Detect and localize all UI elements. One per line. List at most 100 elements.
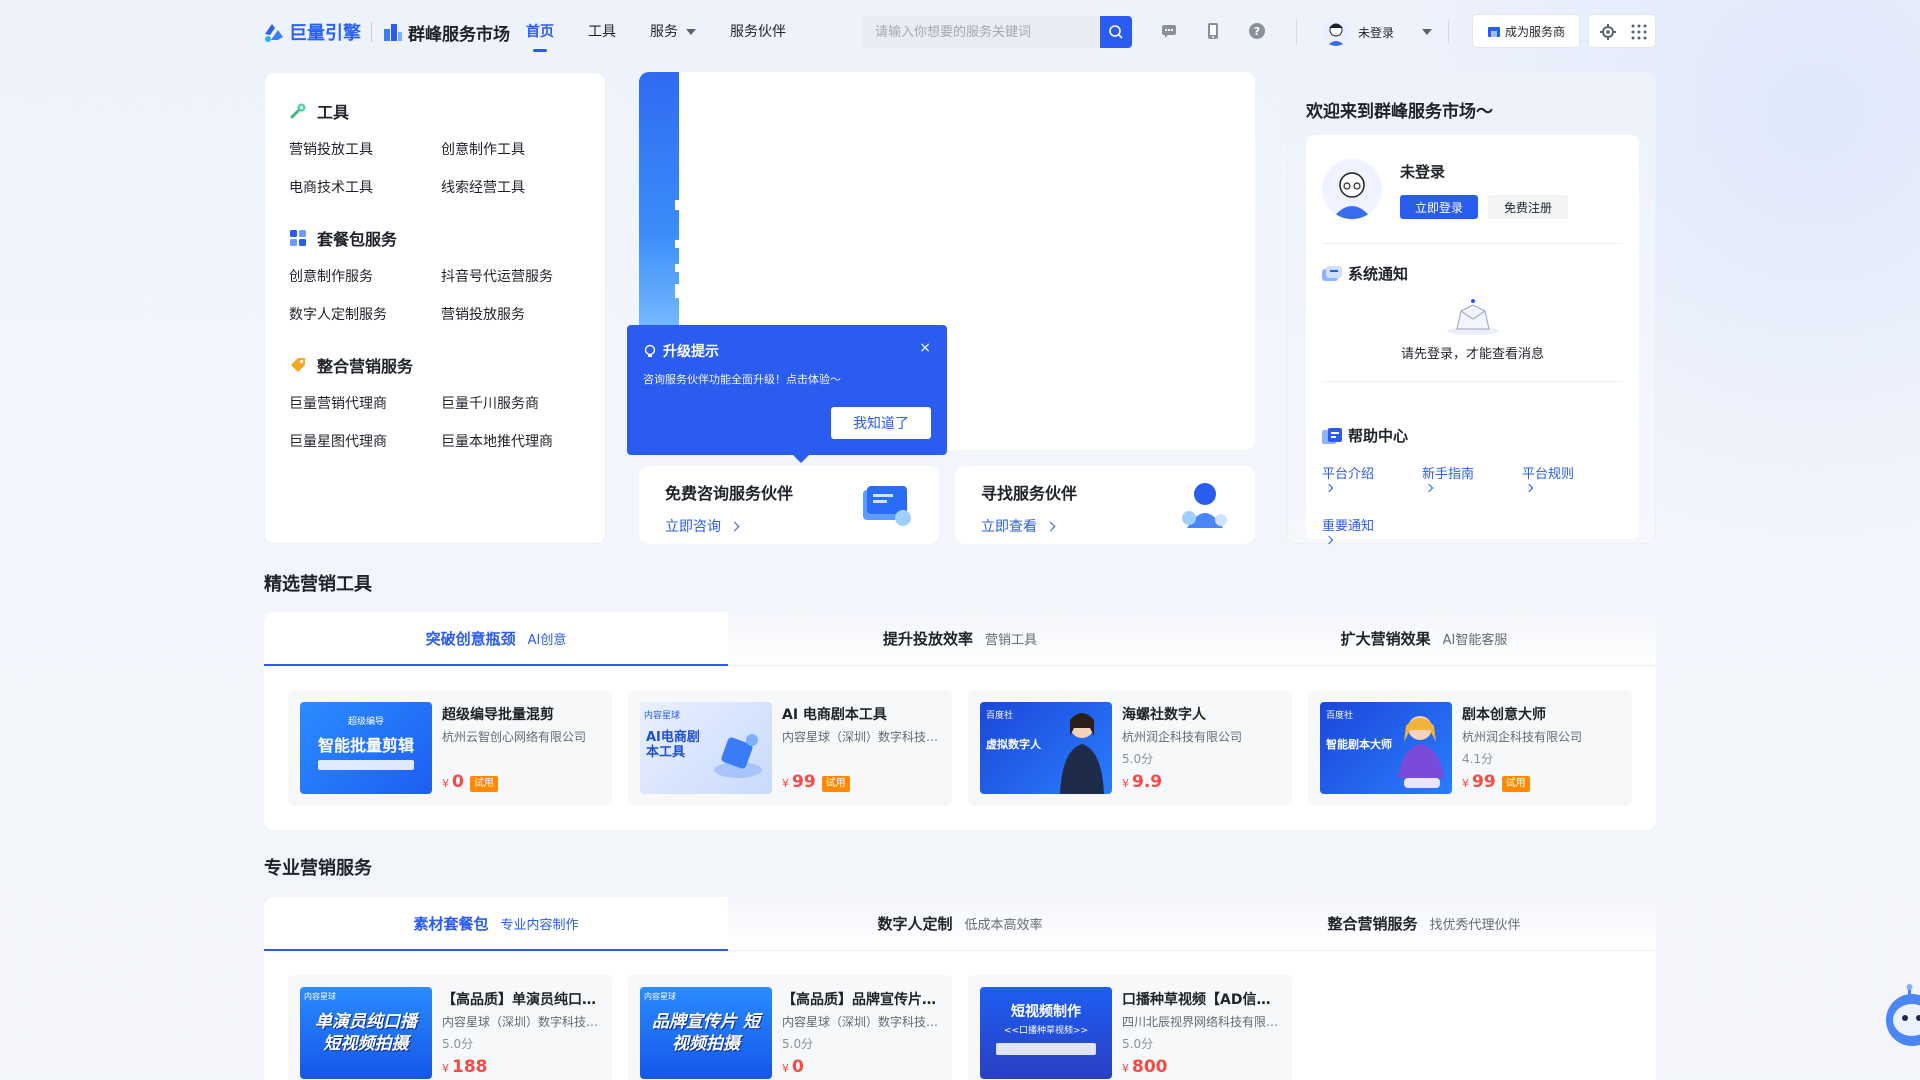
help-link-intro[interactable]: 平台介绍 (1322, 463, 1374, 493)
become-provider-button[interactable]: 成为服务商 (1472, 14, 1580, 48)
help-link-notices[interactable]: 重要通知 (1322, 515, 1374, 545)
product-card[interactable]: 百度社 智能剧本大师 剧本创意大师 杭州润企科技有限公司 4.1分 ¥99 试用 (1308, 690, 1632, 806)
welcome-card: 未登录 立即登录 免费注册 系统通知 请先登录，才能查看消息 帮助中心 平台介绍… (1306, 135, 1639, 545)
tab-sub-label: 找优秀代理伙伴 (1429, 918, 1521, 933)
thumbnail-decoration (996, 1043, 1096, 1055)
promo-link-text: 立即查看 (981, 519, 1037, 535)
lightbulb-icon (644, 344, 656, 357)
menu-item[interactable]: 巨量星图代理商 (289, 432, 441, 452)
tab-digital-human[interactable]: 数字人定制 低成本高效率 (728, 897, 1192, 950)
tools-panel: 突破创意瓶颈 AI创意 提升投放效率 营销工具 扩大营销效果 AI智能客服 超级编导 … (264, 612, 1656, 830)
service-thumbnail: 内容星球 单演员纯口播 短视频拍摄 (300, 987, 432, 1079)
tab-effect[interactable]: 扩大营销效果 AI智能客服 (1192, 612, 1656, 665)
tools-tabs: 突破创意瓶颈 AI创意 提升投放效率 营销工具 扩大营销效果 AI智能客服 (264, 612, 1656, 666)
settings-icon[interactable] (1599, 23, 1617, 41)
close-icon[interactable]: × (919, 341, 931, 355)
login-button[interactable]: 立即登录 (1400, 195, 1478, 219)
service-thumbnail: 短视频制作 <<口播种草视频>> (980, 987, 1112, 1079)
product-price: ¥0 试用 (442, 772, 498, 793)
menu-item[interactable]: 巨量本地推代理商 (441, 432, 593, 452)
banner-decoration (675, 284, 681, 298)
brand-text: 群峰服务市场 (408, 24, 510, 45)
service-rating: 5.0分 (782, 1037, 814, 1051)
tab-material-package[interactable]: 素材套餐包 专业内容制作 (264, 897, 728, 951)
tab-efficiency[interactable]: 提升投放效率 营销工具 (728, 612, 1192, 665)
tab-integrated-marketing[interactable]: 整合营销服务 找优秀代理伙伴 (1192, 897, 1656, 950)
help-link-rules[interactable]: 平台规则 (1522, 463, 1574, 493)
menu-item[interactable]: 营销投放服务 (441, 305, 593, 325)
menu-item[interactable]: 巨量营销代理商 (289, 394, 441, 414)
menu-item[interactable]: 抖音号代运营服务 (441, 267, 593, 287)
service-title: 【高品质】单演员纯口播短视频拍摄 (442, 992, 602, 1008)
service-thumbnail: 内容星球 品牌宣传片 短视频拍摄 (640, 987, 772, 1079)
service-card[interactable]: 内容星球 单演员纯口播 短视频拍摄 【高品质】单演员纯口播短视频拍摄 内容星球（… (288, 975, 612, 1080)
menu-item[interactable]: 巨量千川服务商 (441, 394, 593, 414)
phone-icon[interactable] (1204, 22, 1222, 40)
product-card[interactable]: 百度社 虚拟数字人 海螺社数字人 杭州润企科技有限公司 5.0分 ¥9.9 (968, 690, 1292, 806)
product-price: ¥9.9 (1122, 772, 1162, 792)
service-company: 四川北辰视界网络科技有限公司 (1122, 1015, 1282, 1029)
product-thumbnail: 百度社 虚拟数字人 (980, 702, 1112, 794)
product-card[interactable]: 内容星球 AI电商剧本工具 AI 电商剧本工具 内容星球（深圳）数字科技有限公司… (628, 690, 952, 806)
section-title-tools: 精选营销工具 (264, 574, 372, 595)
service-title: 【高品质】品牌宣传片短视频拍摄 (782, 992, 942, 1008)
currency-symbol: ¥ (782, 777, 789, 790)
grid-icon (289, 229, 307, 247)
user-menu[interactable]: 未登录 (1322, 16, 1433, 48)
register-button[interactable]: 免费注册 (1488, 195, 1568, 219)
header-divider (1448, 20, 1449, 44)
product-company: 杭州云智创心网络有限公司 (442, 730, 587, 744)
chevron-right-icon (1324, 535, 1334, 545)
menu-item[interactable]: 线索经营工具 (441, 178, 593, 198)
category-items: 营销投放工具 创意制作工具 电商技术工具 线索经营工具 (289, 140, 605, 198)
nav-home[interactable]: 首页 (526, 0, 554, 64)
nav-partners[interactable]: 服务伙伴 (730, 0, 786, 64)
avatar (1322, 18, 1350, 46)
apps-grid-icon[interactable] (1631, 24, 1647, 40)
free-consult-card[interactable]: 免费咨询服务伙伴 立即咨询 (639, 466, 939, 544)
trial-badge: 试用 (469, 776, 498, 792)
assistant-robot-icon[interactable] (1876, 980, 1920, 1050)
character-figure-icon (1398, 716, 1444, 788)
become-provider-label: 成为服务商 (1504, 24, 1565, 39)
menu-item[interactable]: 创意制作服务 (289, 267, 441, 287)
help-icon[interactable]: ? (1248, 22, 1266, 40)
nav-tools[interactable]: 工具 (588, 0, 616, 64)
thumbnail-text: 智能批量剪辑 (317, 736, 414, 755)
find-partner-card[interactable]: 寻找服务伙伴 立即查看 (955, 466, 1255, 544)
tab-sub-label: 营销工具 (985, 633, 1038, 648)
avatar (1322, 159, 1382, 219)
help-link-guide[interactable]: 新手指南 (1422, 463, 1474, 493)
thumbnail-caption: <<口播种草视频>> (1003, 1026, 1089, 1036)
got-it-button[interactable]: 我知道了 (831, 407, 931, 439)
chevron-right-icon (1424, 483, 1434, 493)
price-value: 9.9 (1132, 772, 1163, 792)
banner-decoration (675, 264, 681, 272)
product-company: 杭州润企科技有限公司 (1122, 730, 1243, 744)
message-icon[interactable] (1160, 22, 1178, 40)
category-items: 创意制作服务 抖音号代运营服务 数字人定制服务 营销投放服务 (289, 267, 605, 325)
search-button[interactable] (1100, 16, 1132, 48)
menu-item[interactable]: 营销投放工具 (289, 140, 441, 160)
product-card[interactable]: 超级编导 智能批量剪辑 超级编导批量混剪 杭州云智创心网络有限公司 ¥0 试用 (288, 690, 612, 806)
service-card[interactable]: 短视频制作 <<口播种草视频>> 口播种草视频【AD信息流】 四川北辰视界网络科… (968, 975, 1292, 1080)
product-title: 剧本创意大师 (1462, 707, 1546, 723)
menu-item[interactable]: 创意制作工具 (441, 140, 593, 160)
menu-item[interactable]: 电商技术工具 (289, 178, 441, 198)
trial-badge: 试用 (1501, 776, 1530, 792)
price-value: 188 (452, 1057, 488, 1077)
tab-label: 整合营销服务 (1327, 915, 1418, 933)
product-company: 内容星球（深圳）数字科技有限公司 (782, 730, 942, 744)
chevron-right-icon (1324, 483, 1334, 493)
nav-services-label: 服务 (650, 24, 678, 40)
product-thumbnail: 内容星球 AI电商剧本工具 (640, 702, 772, 794)
logo[interactable]: 巨量引擎 群峰服务市场 (262, 18, 510, 46)
menu-item[interactable]: 数字人定制服务 (289, 305, 441, 325)
search-input[interactable] (863, 16, 1133, 48)
category-title-packages: 套餐包服务 (289, 226, 605, 250)
currency-symbol: ¥ (1122, 777, 1129, 790)
tab-creative[interactable]: 突破创意瓶颈 AI创意 (264, 612, 728, 666)
nav-services[interactable]: 服务 (650, 0, 696, 64)
service-card[interactable]: 内容星球 品牌宣传片 短视频拍摄 【高品质】品牌宣传片短视频拍摄 内容星球（深圳… (628, 975, 952, 1080)
service-price: ¥0 (782, 1057, 804, 1077)
